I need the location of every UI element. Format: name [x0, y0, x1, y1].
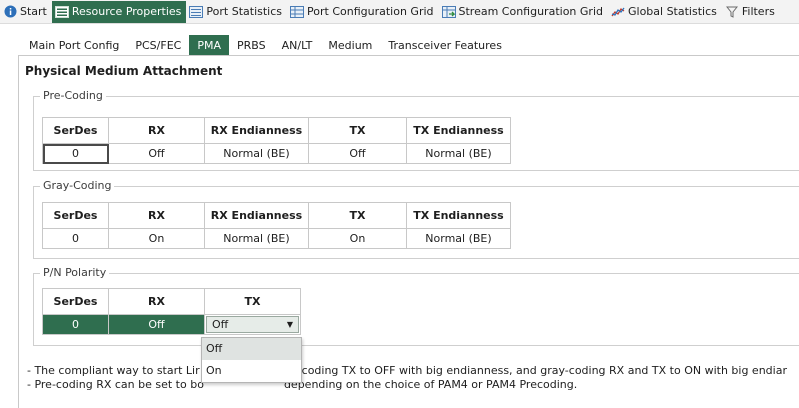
precoding-group: Pre-Coding SerDes RX RX Endianness TX TX… — [33, 89, 799, 171]
table-header-row: SerDes RX RX Endianness TX TX Endianness — [42, 117, 511, 144]
page-title: Physical Medium Attachment — [25, 64, 223, 78]
column-header-rx: RX — [108, 117, 205, 144]
cell-serdes[interactable]: 0 — [42, 314, 109, 335]
column-header-rx: RX — [108, 288, 205, 315]
graycoding-group: Gray-Coding SerDes RX RX Endianness TX T… — [33, 179, 799, 259]
cell-tx[interactable]: Off — [308, 143, 407, 164]
note-line-1-start: - The compliant way to start Lir — [27, 364, 200, 377]
table-header-row: SerDes RX RX Endianness TX TX Endianness — [42, 202, 511, 229]
graycoding-group-label: Gray-Coding — [40, 179, 115, 192]
cell-tx-endianness[interactable]: Normal (BE) — [406, 143, 511, 164]
column-header-serdes: SerDes — [42, 117, 109, 144]
note-line-1-end: pre-coding TX to OFF with big endianness… — [279, 364, 787, 377]
cell-rx[interactable]: On — [108, 228, 205, 249]
column-header-serdes: SerDes — [42, 202, 109, 229]
tab-port-statistics[interactable]: Port Statistics — [186, 1, 287, 23]
cell-rx[interactable]: Off — [108, 314, 205, 335]
statistics-icon — [189, 5, 204, 19]
cell-serdes[interactable]: 0 — [42, 228, 109, 249]
polarity-table: SerDes RX TX 0 Off Off ▼ — [42, 288, 301, 335]
info-icon — [3, 5, 17, 19]
tab-start-label: Start — [20, 5, 47, 18]
table-row[interactable]: 0 Off Off ▼ — [42, 314, 301, 335]
tab-an-lt[interactable]: AN/LT — [274, 35, 321, 55]
column-header-tx: TX — [204, 288, 301, 315]
properties-icon — [54, 5, 69, 19]
tab-start[interactable]: Start — [0, 1, 52, 23]
note-line-1: - The compliant way to start Lir pre-codi… — [27, 364, 787, 377]
property-tabs: Main Port Config PCS/FEC PMA PRBS AN/LT … — [21, 35, 510, 55]
stream-grid-icon — [441, 5, 456, 19]
column-header-tx-endianness: TX Endianness — [406, 202, 511, 229]
cell-serdes[interactable]: 0 — [42, 143, 109, 164]
tab-pma[interactable]: PMA — [189, 35, 229, 55]
note-line-2-start: - Pre-coding RX can be set to bo — [27, 378, 204, 391]
tab-stream-configuration-grid[interactable]: Stream Configuration Grid — [439, 1, 608, 23]
cell-rx-endianness[interactable]: Normal (BE) — [204, 228, 309, 249]
cell-tx-endianness[interactable]: Normal (BE) — [406, 228, 511, 249]
column-header-rx-endianness: RX Endianness — [204, 202, 309, 229]
panel-border-left — [18, 55, 19, 408]
tab-stream-configuration-grid-label: Stream Configuration Grid — [458, 5, 603, 18]
tab-port-configuration-grid-label: Port Configuration Grid — [307, 5, 434, 18]
tab-global-statistics[interactable]: Global Statistics — [608, 1, 722, 23]
tab-resource-properties-label: Resource Properties — [71, 5, 182, 18]
tab-filters[interactable]: Filters — [722, 1, 780, 23]
grid-icon — [290, 5, 305, 19]
precoding-group-label: Pre-Coding — [40, 89, 106, 102]
tab-medium[interactable]: Medium — [320, 35, 380, 55]
note-line-2-end: depending on the choice of PAM4 or PAM4 … — [283, 378, 578, 391]
precoding-table: SerDes RX RX Endianness TX TX Endianness… — [42, 117, 511, 164]
cell-rx-endianness[interactable]: Normal (BE) — [204, 143, 309, 164]
tab-pcs-fec[interactable]: PCS/FEC — [127, 35, 189, 55]
polarity-group: P/N Polarity SerDes RX TX 0 Off Off ▼ — [33, 266, 799, 346]
table-row[interactable]: 0 On Normal (BE) On Normal (BE) — [42, 228, 511, 249]
column-header-tx: TX — [308, 202, 407, 229]
column-header-serdes: SerDes — [42, 288, 109, 315]
column-header-tx: TX — [308, 117, 407, 144]
tx-polarity-dropdown-list: Off On — [201, 337, 302, 383]
graycoding-table: SerDes RX RX Endianness TX TX Endianness… — [42, 202, 511, 249]
column-header-rx: RX — [108, 202, 205, 229]
tab-transceiver-features[interactable]: Transceiver Features — [380, 35, 510, 55]
table-row[interactable]: 0 Off Normal (BE) Off Normal (BE) — [42, 143, 511, 164]
tab-resource-properties[interactable]: Resource Properties — [51, 0, 187, 23]
chevron-down-icon[interactable]: ▼ — [287, 320, 293, 329]
polarity-group-label: P/N Polarity — [40, 266, 110, 279]
tab-main-port-config[interactable]: Main Port Config — [21, 35, 127, 55]
tab-port-statistics-label: Port Statistics — [206, 5, 283, 18]
dropdown-option-on[interactable]: On — [202, 360, 301, 382]
cell-rx[interactable]: Off — [108, 143, 205, 164]
note-line-2: - Pre-coding RX can be set to bo dependin… — [27, 378, 577, 391]
tab-filters-label: Filters — [741, 5, 775, 18]
main-toolbar: Start Resource Properties Port Statistic… — [0, 0, 799, 24]
chart-icon — [611, 5, 625, 19]
panel-border-top — [18, 55, 799, 56]
filter-icon — [725, 5, 739, 19]
table-header-row: SerDes RX TX — [42, 288, 301, 315]
tx-polarity-value: Off — [212, 318, 229, 331]
cell-tx[interactable]: Off ▼ — [204, 314, 301, 335]
dropdown-option-off[interactable]: Off — [202, 338, 301, 360]
tx-polarity-select[interactable]: Off ▼ — [206, 316, 299, 333]
cell-tx[interactable]: On — [308, 228, 407, 249]
tab-port-configuration-grid[interactable]: Port Configuration Grid — [287, 1, 438, 23]
column-header-rx-endianness: RX Endianness — [204, 117, 309, 144]
tab-global-statistics-label: Global Statistics — [627, 5, 717, 18]
tab-prbs[interactable]: PRBS — [229, 35, 274, 55]
column-header-tx-endianness: TX Endianness — [406, 117, 511, 144]
